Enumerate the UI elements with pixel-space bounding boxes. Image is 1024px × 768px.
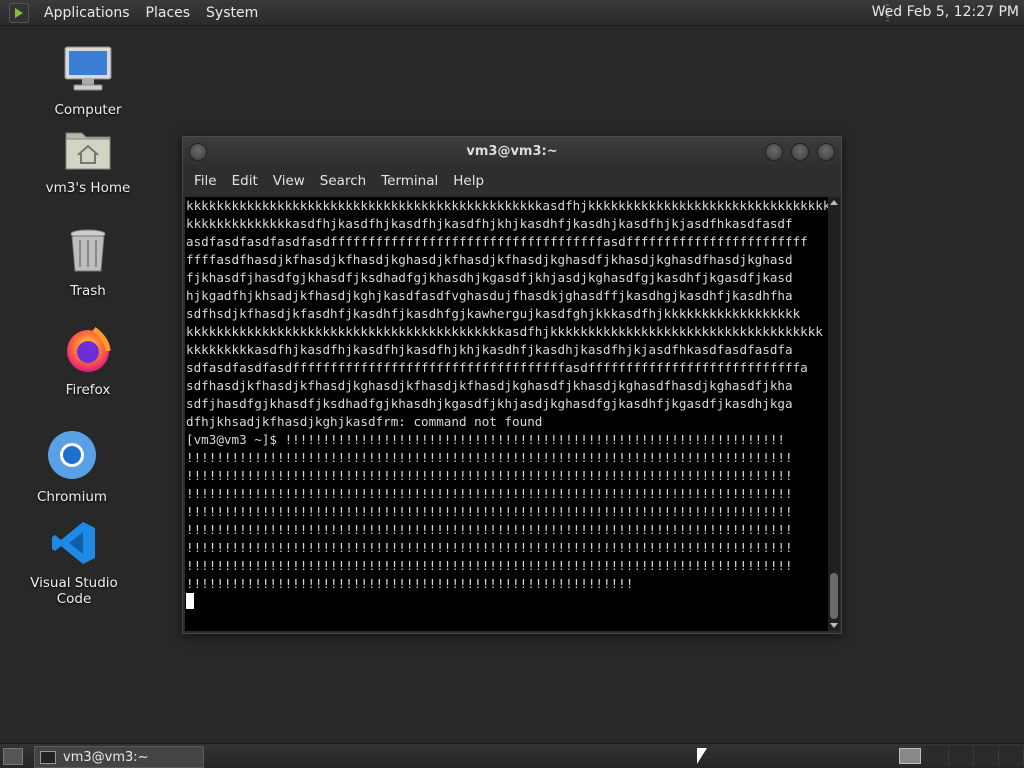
terminal-line: [vm3@vm3 ~]$ !!!!!!!!!!!!!!!!!!!!!!!!!!!… bbox=[186, 432, 785, 447]
desktop-icon-vscode[interactable]: Visual Studio Code bbox=[14, 520, 134, 607]
terminal-line: !!!!!!!!!!!!!!!!!!!!!!!!!!!!!!!!!!!!!!!!… bbox=[186, 540, 793, 555]
desktop-icon-label: Chromium bbox=[36, 489, 108, 505]
computer-icon bbox=[28, 45, 148, 97]
terminal-icon bbox=[40, 750, 56, 764]
mouse-pointer-icon bbox=[697, 748, 707, 764]
bottom-panel: vm3@vm3:~ bbox=[0, 743, 1024, 768]
terminal-line: !!!!!!!!!!!!!!!!!!!!!!!!!!!!!!!!!!!!!!!!… bbox=[186, 504, 793, 519]
terminal-line: sdfhasdjkfhasdjkfhasdjkghasdjkfhasdjkfha… bbox=[186, 378, 793, 393]
terminal-line: dfhjkhsadjkfhasdjkghjkasdfrm: command no… bbox=[186, 414, 543, 429]
menu-edit[interactable]: Edit bbox=[225, 173, 266, 189]
desktop-icon-label: Trash bbox=[70, 283, 106, 299]
desktop-icon-trash[interactable]: Trash bbox=[28, 228, 148, 299]
desktop-icon-computer[interactable]: Computer bbox=[28, 45, 148, 118]
desktop-icon-home[interactable]: vm3's Home bbox=[28, 127, 148, 196]
desktop-icon-firefox[interactable]: Firefox bbox=[28, 325, 148, 398]
workspace-switcher-icon[interactable] bbox=[899, 748, 921, 764]
window-title: vm3@vm3:~ bbox=[466, 144, 558, 159]
clock[interactable]: Wed Feb 5, 12:27 PM bbox=[872, 4, 1019, 20]
menu-help[interactable]: Help bbox=[446, 173, 492, 189]
terminal-line: sdfjhasdfgjkhasdfjksdhadfgjkhasdhjkgasdf… bbox=[186, 396, 793, 411]
terminal-line: fjkhasdfjhasdfgjkhasdfjksdhadfgjkhasdhjk… bbox=[186, 270, 793, 285]
terminal-line: !!!!!!!!!!!!!!!!!!!!!!!!!!!!!!!!!!!!!!!!… bbox=[186, 576, 634, 591]
maximize-icon[interactable] bbox=[791, 143, 809, 161]
terminal-menubar: File Edit View Search Terminal Help bbox=[183, 167, 841, 195]
firefox-icon bbox=[28, 325, 148, 377]
taskbar-terminal-button[interactable]: vm3@vm3:~ bbox=[34, 746, 204, 768]
terminal-output[interactable]: kkkkkkkkkkkkkkkkkkkkkkkkkkkkkkkkkkkkkkkk… bbox=[185, 197, 828, 631]
scrollbar-thumb[interactable] bbox=[830, 573, 838, 619]
close-icon[interactable] bbox=[817, 143, 835, 161]
menu-places[interactable]: Places bbox=[138, 5, 199, 21]
desktop-icon-label: Computer bbox=[54, 102, 122, 118]
terminal-line: !!!!!!!!!!!!!!!!!!!!!!!!!!!!!!!!!!!!!!!!… bbox=[186, 468, 793, 483]
trash-icon bbox=[28, 228, 148, 278]
terminal-line: !!!!!!!!!!!!!!!!!!!!!!!!!!!!!!!!!!!!!!!!… bbox=[186, 450, 793, 465]
text-cursor bbox=[186, 593, 194, 609]
terminal-line: sdfasdfasdfasdffffffffffffffffffffffffff… bbox=[186, 360, 808, 375]
desktop-icon-label: Visual Studio Code bbox=[30, 575, 118, 607]
vscode-icon bbox=[14, 520, 134, 570]
terminal-line: ffffasdfhasdjkfhasdjkfhasdjkghasdjkfhasd… bbox=[186, 252, 793, 267]
desktop-icon-label: Firefox bbox=[65, 382, 111, 398]
top-panel: Applications Places System Wed Feb 5, 12… bbox=[0, 0, 1024, 26]
menu-applications[interactable]: Applications bbox=[36, 5, 138, 21]
taskbar-label: vm3@vm3:~ bbox=[63, 749, 149, 765]
terminal-line: kkkkkkkkkkkkkkasdfhjkasdfhjkasdfhjkasdfh… bbox=[186, 216, 793, 231]
terminal-line: !!!!!!!!!!!!!!!!!!!!!!!!!!!!!!!!!!!!!!!!… bbox=[186, 486, 793, 501]
chromium-icon bbox=[12, 430, 132, 484]
show-desktop-icon[interactable] bbox=[3, 748, 23, 765]
terminal-line: sdfhsdjkfhasdjkfasdhfjkasdhfjkasdhfgjkaw… bbox=[186, 306, 801, 321]
terminal-line: kkkkkkkkkasdfhjkasdfhjkasdfhjkasdfhjkhjk… bbox=[186, 342, 793, 357]
terminal-window[interactable]: vm3@vm3:~ File Edit View Search Terminal… bbox=[182, 136, 842, 634]
terminal-scrollbar[interactable] bbox=[828, 197, 840, 631]
menu-terminal[interactable]: Terminal bbox=[374, 173, 446, 189]
menu-view[interactable]: View bbox=[266, 173, 313, 189]
terminal-line: asdfasdfasdfasdfasdfffffffffffffffffffff… bbox=[186, 234, 808, 249]
terminal-line: !!!!!!!!!!!!!!!!!!!!!!!!!!!!!!!!!!!!!!!!… bbox=[186, 558, 793, 573]
menu-system[interactable]: System bbox=[198, 5, 266, 21]
menu-search[interactable]: Search bbox=[313, 173, 374, 189]
applications-logo-icon[interactable] bbox=[9, 2, 29, 23]
terminal-line: !!!!!!!!!!!!!!!!!!!!!!!!!!!!!!!!!!!!!!!!… bbox=[186, 522, 793, 537]
window-titlebar[interactable]: vm3@vm3:~ bbox=[183, 137, 841, 167]
workspace-switcher[interactable] bbox=[924, 746, 1024, 766]
scroll-up-icon[interactable] bbox=[830, 200, 838, 205]
home-folder-icon bbox=[28, 127, 148, 175]
terminal-cursor-line bbox=[186, 593, 828, 611]
desktop-icon-chromium[interactable]: Chromium bbox=[12, 430, 132, 505]
minimize-icon[interactable] bbox=[765, 143, 783, 161]
menu-file[interactable]: File bbox=[187, 173, 225, 189]
terminal-line: kkkkkkkkkkkkkkkkkkkkkkkkkkkkkkkkkkkkkkkk… bbox=[186, 324, 823, 339]
terminal-line: kkkkkkkkkkkkkkkkkkkkkkkkkkkkkkkkkkkkkkkk… bbox=[186, 198, 828, 213]
desktop-icon-label: vm3's Home bbox=[45, 180, 131, 196]
scroll-down-icon[interactable] bbox=[830, 623, 838, 628]
terminal-line: hjkgadfhjkhsadjkfhasdjkghjkasdfasdfvghas… bbox=[186, 288, 793, 303]
